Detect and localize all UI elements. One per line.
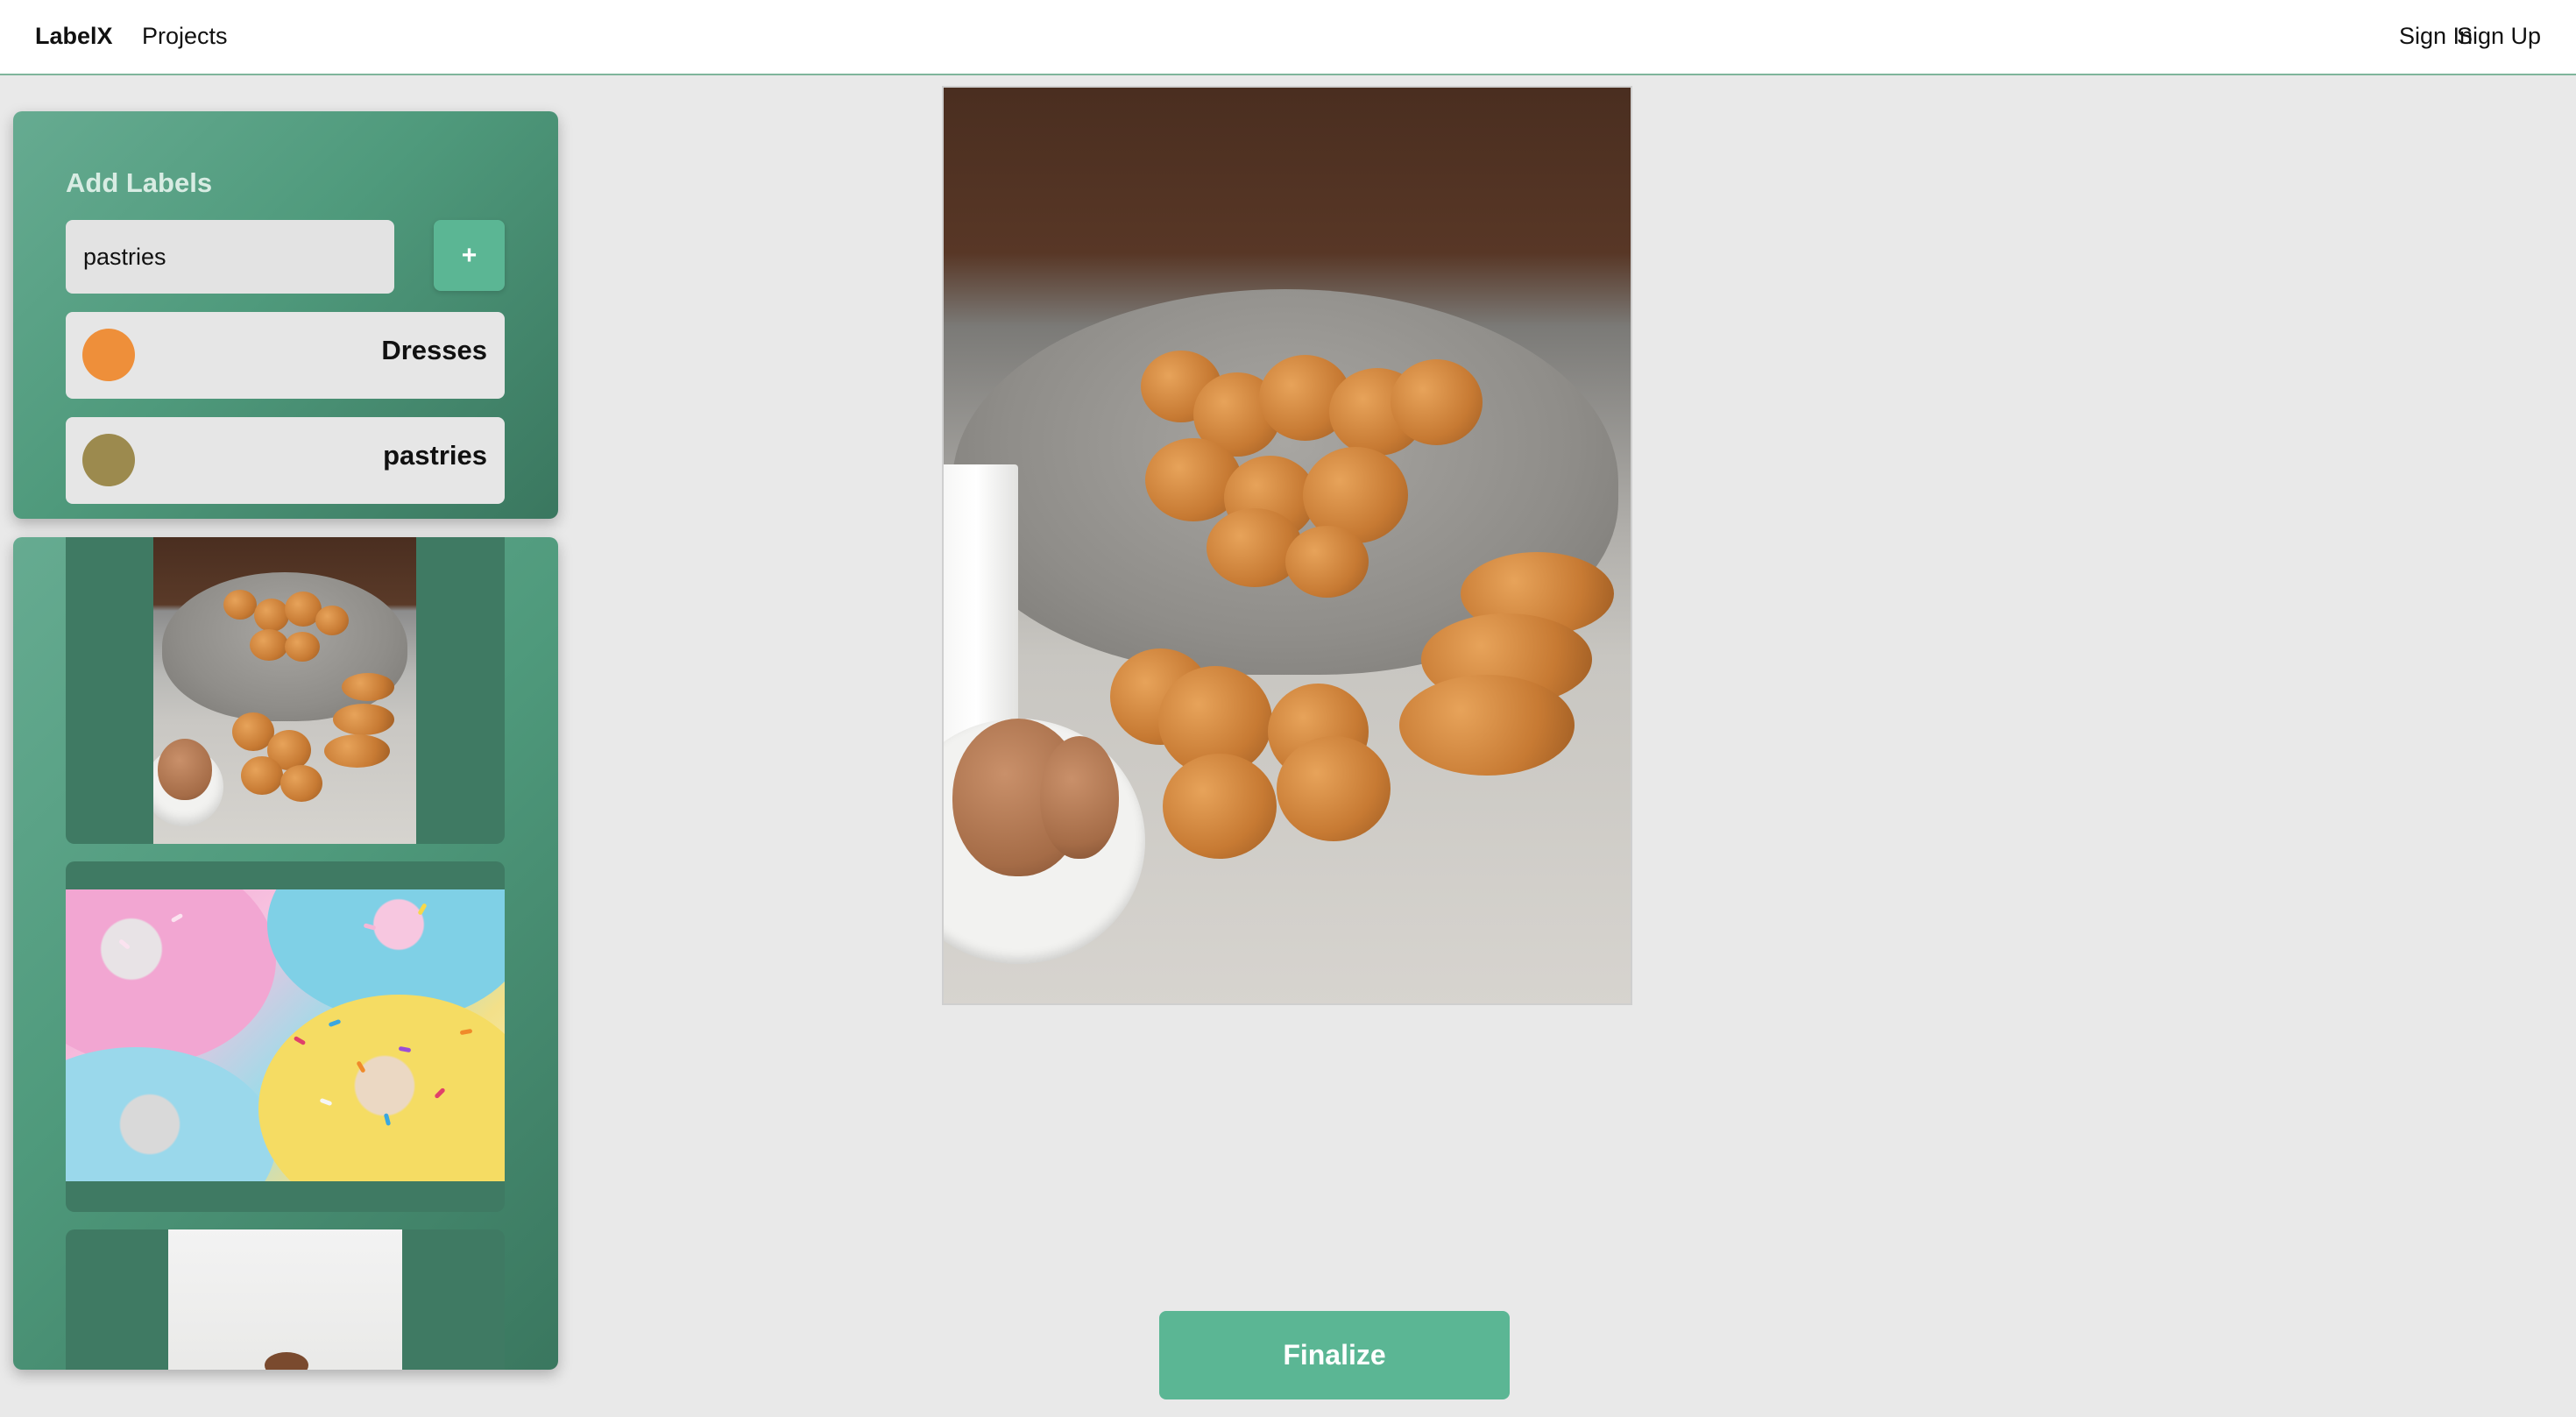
finalize-button[interactable]: Finalize: [1159, 1311, 1510, 1399]
label-item-pastries[interactable]: pastries: [66, 417, 505, 504]
thumbnail-image: [168, 1229, 402, 1370]
plus-icon: +: [461, 240, 478, 270]
add-label-button[interactable]: +: [434, 220, 505, 291]
thumbnail-image: [153, 537, 416, 844]
label-color-dot: [82, 329, 135, 381]
thumbnail-image: [66, 889, 505, 1181]
label-name-input[interactable]: [66, 220, 394, 294]
label-name: pastries: [383, 440, 487, 471]
image-thumbnails-panel[interactable]: [13, 537, 558, 1370]
main-image: [944, 88, 1631, 1003]
nav-projects-link[interactable]: Projects: [142, 23, 228, 50]
thumbnail-donuts[interactable]: [66, 861, 505, 1212]
main-image-canvas[interactable]: [942, 86, 1632, 1005]
add-labels-title: Add Labels: [66, 167, 213, 198]
thumbnail-pastries[interactable]: [66, 537, 505, 844]
add-labels-panel: Add Labels + Dresses pastries: [13, 111, 558, 519]
label-name: Dresses: [381, 335, 487, 365]
brand-logo[interactable]: LabelX: [35, 23, 113, 50]
top-navbar: LabelX Projects Sign In Sign Up: [0, 0, 2576, 75]
sign-up-link[interactable]: Sign Up: [2457, 23, 2541, 50]
thumbnail-partial[interactable]: [66, 1229, 505, 1370]
label-item-dresses[interactable]: Dresses: [66, 312, 505, 399]
label-color-dot: [82, 434, 135, 486]
